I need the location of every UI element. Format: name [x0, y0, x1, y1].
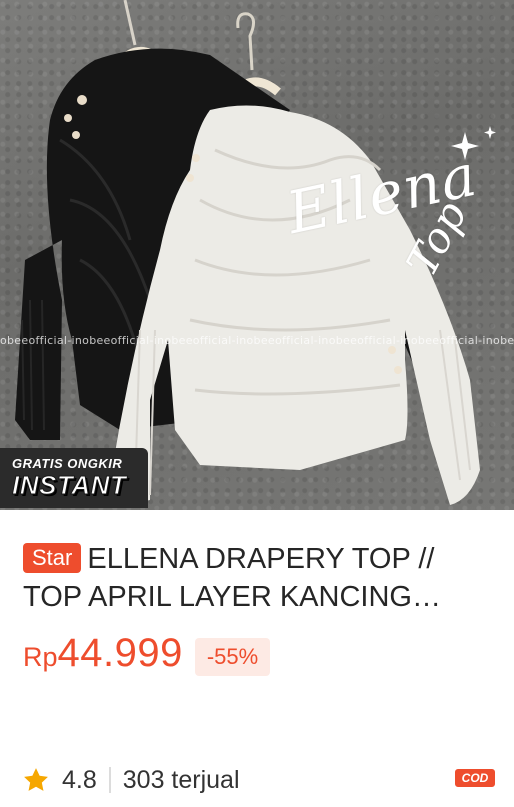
meta-divider [108, 767, 111, 793]
rating-value: 4.8 [62, 765, 97, 794]
star-seller-badge: Star [23, 543, 82, 573]
product-title-block[interactable]: Star ELLENA DRAPERY TOP // TOP APRIL LAYE… [23, 540, 491, 616]
free-shipping-label: GRATIS ONGKIR [12, 456, 123, 471]
price-amount: 44.999 [57, 630, 183, 675]
meta-row: 4.8 303 terjual [22, 762, 240, 798]
product-price: Rp44.999 [23, 628, 183, 687]
price-row: Rp44.999 -55% [23, 631, 271, 682]
product-image[interactable]: Ellena Top obeeofficial-inobeeofficial-i… [0, 0, 514, 510]
star-icon [24, 768, 48, 791]
product-card[interactable]: Ellena Top obeeofficial-inobeeofficial-i… [0, 0, 514, 807]
product-info: Star ELLENA DRAPERY TOP // TOP APRIL LAYE… [0, 510, 514, 807]
price-currency: Rp [23, 641, 58, 672]
cod-badge: COD [455, 769, 495, 787]
instant-label: INSTANT [12, 470, 127, 500]
image-watermark: obeeofficial-inobeeofficial-inobeeoffici… [0, 334, 514, 347]
discount-badge: -55% [194, 638, 271, 676]
sold-count: 303 terjual [122, 765, 240, 794]
free-shipping-badge: GRATIS ONGKIR INSTANT [0, 448, 148, 508]
product-title: ELLENA DRAPERY TOP // TOP APRIL LAYER KA… [23, 543, 435, 613]
